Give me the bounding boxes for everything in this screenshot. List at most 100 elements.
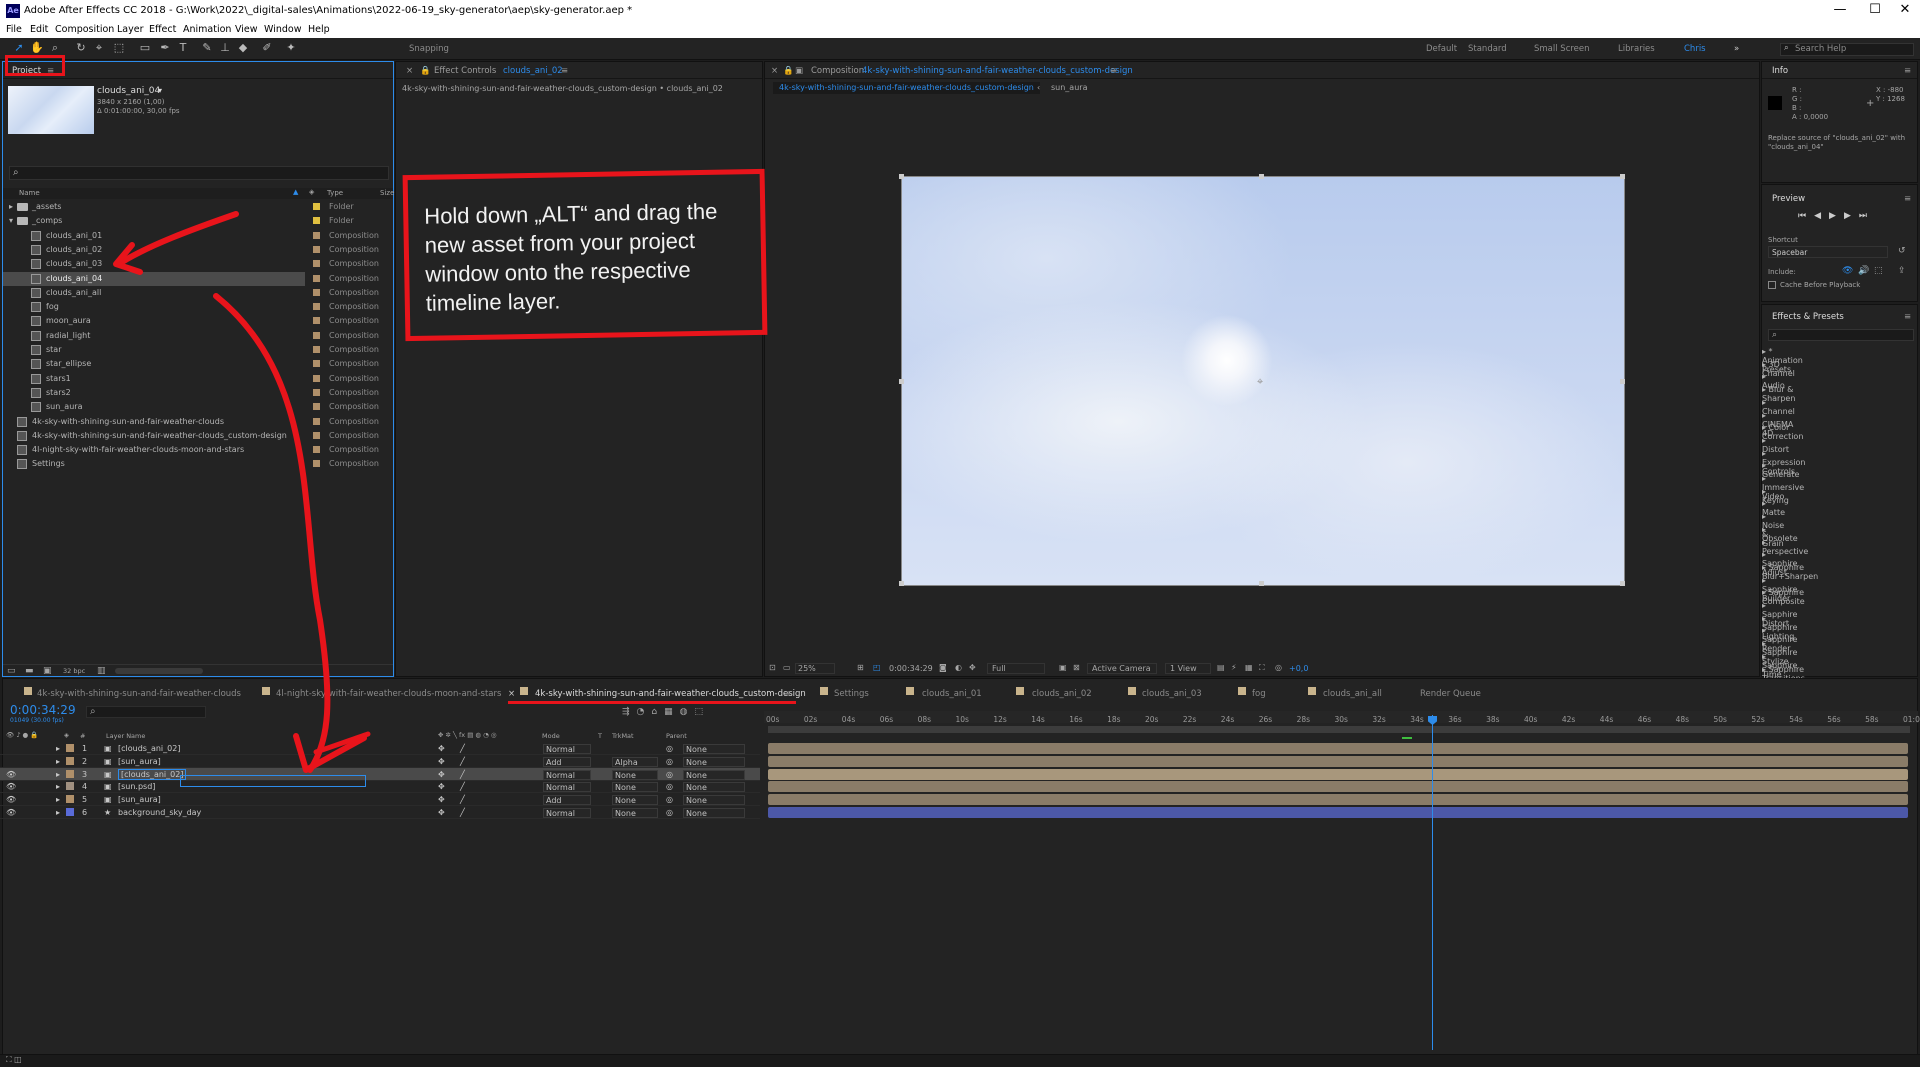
visibility-icon[interactable]: 👁 — [6, 782, 16, 791]
toggle-pixel-icon[interactable]: ▤ — [1217, 663, 1225, 672]
timeline-layer-row[interactable]: ▸ 2 ▣ [sun_aura] ✥ ╱ Add Alpha ◎ None — [0, 755, 760, 768]
region-of-interest-icon[interactable]: ▣ — [1059, 663, 1067, 672]
label-swatch[interactable] — [313, 403, 320, 411]
project-item[interactable]: clouds_ani_all Composition — [3, 286, 393, 300]
project-item[interactable]: clouds_ani_03 Composition — [3, 257, 393, 271]
project-item[interactable]: radial_light Composition — [3, 329, 393, 343]
pick-whip-icon[interactable]: ◎ — [666, 744, 673, 753]
brush-tool-icon[interactable]: ✎ — [200, 41, 214, 55]
mode-dropdown[interactable]: Normal — [543, 782, 591, 793]
label-swatch[interactable] — [66, 744, 74, 752]
timeline-tab-5[interactable]: clouds_ani_01 — [922, 689, 982, 699]
timeline-switches-icons[interactable]: ⇶◔⌂▦◍⬚ — [622, 707, 710, 717]
layer-name[interactable]: background_sky_day — [118, 808, 201, 817]
breadcrumb-active[interactable]: 4k-sky-with-shining-sun-and-fair-weather… — [773, 82, 1040, 94]
timeline-tab-8[interactable]: fog — [1252, 689, 1266, 699]
project-item[interactable]: ▸ _assets Folder — [3, 200, 393, 214]
tab-composition[interactable]: Composition — [811, 66, 864, 76]
quality-icon[interactable]: ╱ — [460, 770, 465, 779]
status-icons[interactable]: ⛶ ◫ — [6, 1055, 22, 1065]
panel-menu-icon[interactable]: ≡ — [1110, 66, 1117, 76]
twirl-icon[interactable]: ▸ — [56, 808, 60, 817]
transform-handle[interactable] — [899, 379, 904, 384]
twirl-icon[interactable]: ▸ — [56, 757, 60, 766]
parent-dropdown[interactable]: None — [683, 769, 745, 780]
menu-window[interactable]: Window — [264, 24, 301, 35]
flowchart-icon[interactable]: ⛶ — [1259, 663, 1265, 673]
transparency-grid-icon[interactable]: ⊠ — [1073, 663, 1080, 672]
project-item[interactable]: sun_aura Composition — [3, 400, 393, 414]
timeline-layer-row[interactable]: 👁 ▸ 3 ▣ [clouds_ani_02] ✥ ╱ Normal None ◎ None — [0, 767, 760, 781]
workspace-default[interactable]: Default — [1426, 44, 1457, 54]
grid-icon[interactable]: ⊞ — [857, 663, 864, 672]
label-swatch[interactable] — [313, 374, 320, 382]
project-item[interactable]: stars1 Composition — [3, 372, 393, 386]
transform-handle[interactable] — [1620, 379, 1625, 384]
twirl-icon[interactable]: ▸ — [56, 782, 60, 791]
trkmat-dropdown[interactable]: None — [612, 808, 658, 818]
transform-handle[interactable] — [899, 174, 904, 179]
project-item[interactable]: Settings Composition — [3, 457, 393, 471]
cache-checkbox[interactable] — [1768, 281, 1776, 289]
include-video-icon[interactable]: 👁 — [1842, 266, 1853, 276]
playhead[interactable] — [1432, 715, 1433, 1050]
mode-dropdown[interactable]: Add — [543, 756, 591, 767]
col-name[interactable]: Name — [19, 189, 40, 197]
mode-dropdown[interactable]: Normal — [543, 808, 591, 818]
layer-name[interactable]: [sun.psd] — [118, 782, 155, 791]
panel-menu-icon[interactable]: ≡ — [1904, 194, 1911, 204]
project-item[interactable]: stars2 Composition — [3, 386, 393, 400]
resolution-dropdown[interactable]: Full — [987, 663, 1045, 674]
minimize-icon[interactable]: — — [1825, 2, 1855, 17]
exposure-icon[interactable]: ◎ — [1275, 663, 1282, 672]
label-swatch[interactable] — [66, 756, 74, 765]
workspace-libraries[interactable]: Libraries — [1618, 44, 1655, 54]
layer-name[interactable]: [clouds_ani_02] — [118, 768, 187, 780]
channel-icon[interactable]: ✥ — [969, 663, 976, 672]
panel-menu-icon[interactable]: ≡ — [1904, 66, 1911, 76]
project-search-input[interactable] — [9, 166, 389, 180]
label-swatch[interactable] — [313, 274, 320, 282]
pick-whip-icon[interactable]: ◎ — [666, 808, 673, 817]
loop-icon[interactable]: ↺ — [1898, 246, 1906, 256]
mode-dropdown[interactable]: Normal — [543, 769, 591, 780]
timeline-layer-row[interactable]: 👁 ▸ 5 ▣ [sun_aura] ✥ ╱ Add None ◎ None — [0, 793, 760, 807]
include-overlays-icon[interactable]: ⬚ — [1874, 266, 1883, 276]
layer-duration-bar[interactable] — [768, 768, 1908, 780]
menu-file[interactable]: File — [6, 24, 22, 35]
layer-name[interactable]: [clouds_ani_02] — [118, 744, 180, 753]
layer-duration-bar[interactable] — [768, 807, 1908, 818]
label-swatch[interactable] — [66, 808, 74, 816]
timeline-tab-2[interactable]: 4l-night-sky-with-fair-weather-clouds-mo… — [276, 689, 501, 699]
mode-dropdown[interactable]: Normal — [543, 744, 591, 754]
pick-whip-icon[interactable]: ◎ — [666, 782, 673, 791]
layer-name[interactable]: [sun_aura] — [118, 757, 161, 766]
col-trkmat[interactable]: TrkMat — [612, 732, 634, 740]
timeline-layer-row[interactable]: 👁 ▸ 6 ★ background_sky_day ✥ ╱ Normal None ◎ None — [0, 806, 760, 819]
magnification-icon[interactable]: ⊡ — [769, 663, 776, 672]
timeline-tab-7[interactable]: clouds_ani_03 — [1142, 689, 1202, 699]
menu-view[interactable]: View — [235, 24, 258, 35]
visibility-icon[interactable]: 👁 — [6, 770, 16, 779]
label-swatch[interactable] — [66, 795, 74, 804]
exposure-value[interactable]: +0,0 — [1289, 664, 1308, 673]
twirl-icon[interactable]: ▾ — [9, 216, 13, 225]
panel-menu-icon[interactable]: ≡ — [561, 66, 568, 76]
menu-animation[interactable]: Animation — [183, 24, 231, 35]
label-swatch[interactable] — [313, 346, 320, 353]
views-dropdown[interactable]: 1 View — [1165, 663, 1211, 674]
eraser-tool-icon[interactable]: ◆ — [236, 41, 250, 55]
twirl-icon[interactable]: ▸ — [9, 202, 13, 211]
label-column-icon[interactable]: ◈ — [309, 188, 314, 196]
col-parent[interactable]: Parent — [666, 732, 687, 740]
selection-tool-icon[interactable]: ➚ — [12, 41, 26, 55]
sort-icon[interactable]: ▲ — [293, 188, 298, 196]
layer-duration-bar[interactable] — [768, 755, 1908, 767]
pick-whip-icon[interactable]: ◎ — [666, 795, 673, 804]
zoom-dropdown[interactable]: 25% — [795, 663, 835, 674]
label-swatch[interactable] — [313, 460, 320, 468]
effect-controls-target[interactable]: clouds_ani_02 — [503, 66, 563, 76]
layer-name[interactable]: [sun_aura] — [118, 795, 161, 804]
snapshot-icon[interactable]: ◙ — [939, 663, 947, 672]
project-item[interactable]: 4k-sky-with-shining-sun-and-fair-weather… — [3, 415, 393, 429]
